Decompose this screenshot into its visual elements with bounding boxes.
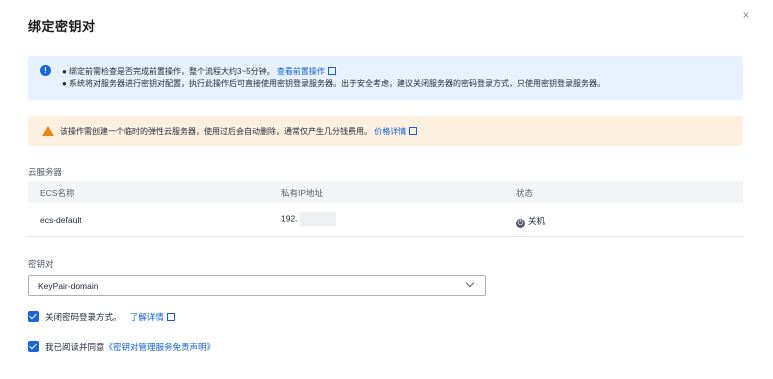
masked-ip-block bbox=[299, 212, 336, 226]
warning-notice: 该操作需创建一个临时的弹性云服务器，使用过后会自动删除，通常仅产生几分钱费用。 … bbox=[28, 116, 743, 146]
warning-icon bbox=[42, 126, 54, 136]
server-ip-prefix: 192. bbox=[281, 213, 298, 224]
price-details-link-label: 价格详情 bbox=[374, 127, 407, 136]
table-header: ECS名称 私有IP地址 状态 bbox=[28, 181, 743, 203]
keypair-label: 密钥对 bbox=[28, 259, 54, 269]
info-icon: ! bbox=[40, 65, 51, 76]
learn-more-link-label: 了解详情 bbox=[129, 312, 164, 322]
column-header-name: ECS名称 bbox=[40, 188, 75, 198]
agree-terms-label: 我已阅读并同意 bbox=[45, 342, 105, 352]
info-line-config: ● 系统将对服务器进行密钥对配置，执行此操作后可直接使用密钥登录服务器。出于安全… bbox=[62, 79, 606, 88]
price-details-link[interactable]: 价格详情 bbox=[374, 126, 419, 136]
chevron-down-icon bbox=[465, 278, 475, 288]
info-prereq-text: ● 绑定前需检查是否完成前置操作，整个流程大约3~5分钟。 bbox=[62, 67, 275, 76]
disable-password-label: 关闭密码登录方式。 bbox=[45, 312, 122, 322]
warning-text: 该操作需创建一个临时的弹性云服务器，使用过后会自动删除，通常仅产生几分钱费用。 bbox=[60, 127, 372, 136]
server-name: ecs-default bbox=[40, 215, 82, 225]
agree-terms-option: 我已阅读并同意《密钥对管理服务免责声明》 bbox=[28, 341, 215, 353]
servers-label: 云服务器 bbox=[28, 167, 63, 177]
column-header-status: 状态 bbox=[516, 188, 534, 198]
keypair-select[interactable]: KeyPair-domain bbox=[28, 275, 486, 296]
agree-terms-checkbox[interactable] bbox=[28, 341, 39, 352]
external-link-icon bbox=[166, 312, 176, 321]
column-header-ip: 私有IP地址 bbox=[281, 188, 324, 198]
learn-more-link[interactable]: 了解详情 bbox=[129, 312, 176, 322]
warning-line: 该操作需创建一个临时的弹性云服务器，使用过后会自动删除，通常仅产生几分钱费用。 … bbox=[60, 126, 419, 137]
servers-table: ECS名称 私有IP地址 状态 ecs-default 192. ⏻ 关机 bbox=[28, 181, 743, 237]
info-notice: ! ● 绑定前需检查是否完成前置操作，整个流程大约3~5分钟。 查看前置操作 ●… bbox=[28, 56, 743, 100]
server-status-label: 关机 bbox=[528, 216, 546, 226]
view-prereq-link[interactable]: 查看前置操作 bbox=[276, 66, 337, 76]
info-line-prereq: ● 绑定前需检查是否完成前置操作，整个流程大约3~5分钟。 查看前置操作 bbox=[62, 66, 337, 77]
bind-keypair-dialog: 绑定密钥对 × ! ● 绑定前需检查是否完成前置操作，整个流程大约3~5分钟。 … bbox=[0, 0, 773, 379]
external-link-icon bbox=[409, 126, 419, 135]
table-row: ecs-default 192. ⏻ 关机 bbox=[28, 203, 743, 237]
external-link-icon bbox=[327, 66, 337, 75]
view-prereq-link-label: 查看前置操作 bbox=[276, 67, 325, 76]
close-icon[interactable]: × bbox=[740, 9, 752, 21]
power-off-icon: ⏻ bbox=[516, 219, 525, 228]
keypair-selected-value: KeyPair-domain bbox=[38, 281, 99, 291]
server-status: ⏻ 关机 bbox=[516, 215, 545, 228]
dialog-title: 绑定密钥对 bbox=[28, 19, 96, 34]
disclaimer-link[interactable]: 《密钥对管理服务免责声明》 bbox=[105, 342, 216, 352]
server-ip: 192. bbox=[281, 212, 336, 226]
disable-password-option: 关闭密码登录方式。 了解详情 bbox=[28, 311, 176, 323]
disable-password-checkbox[interactable] bbox=[28, 311, 39, 322]
